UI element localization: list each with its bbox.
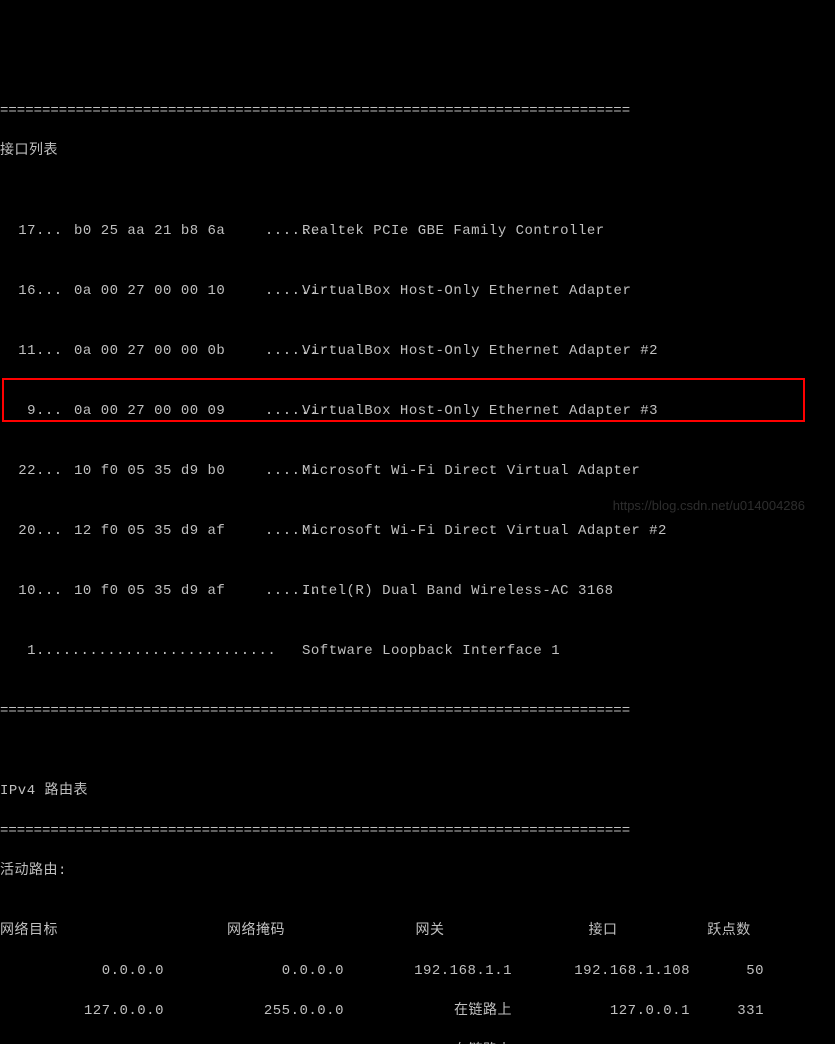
interface-row: 16...0a 00 27 00 00 10 ......VirtualBox … (0, 281, 835, 301)
interface-row: 22...10 f0 05 35 d9 b0 ......Microsoft W… (0, 461, 835, 481)
separator: ========================================… (0, 101, 835, 121)
interface-list: 17...b0 25 aa 21 b8 6a ......Realtek PCI… (0, 181, 835, 681)
ipv4-route-table-title: IPv4 路由表 (0, 781, 835, 801)
watermark: https://blog.csdn.net/u014004286 (613, 496, 805, 516)
route-table: 网络目标网络掩码网关接口跃点数 0.0.0.00.0.0.0192.168.1.… (0, 901, 835, 1044)
interface-row: 1...........................Software Loo… (0, 641, 835, 661)
interface-list-title: 接口列表 (0, 141, 835, 161)
interface-row: 17...b0 25 aa 21 b8 6a ......Realtek PCI… (0, 221, 835, 241)
terminal-output: ========================================… (0, 80, 835, 1044)
route-header: 网络目标网络掩码网关接口跃点数 (0, 921, 835, 941)
interface-row: 9...0a 00 27 00 00 09 ......VirtualBox H… (0, 401, 835, 421)
separator: ========================================… (0, 821, 835, 841)
route-row: 0.0.0.00.0.0.0192.168.1.1192.168.1.10850 (0, 961, 835, 981)
interface-row: 11...0a 00 27 00 00 0b ......VirtualBox … (0, 341, 835, 361)
interface-row: 10...10 f0 05 35 d9 af ......Intel(R) Du… (0, 581, 835, 601)
active-routes-label: 活动路由: (0, 861, 835, 881)
route-row: 127.0.0.0255.0.0.0在链路上127.0.0.1331 (0, 1001, 835, 1021)
separator: ========================================… (0, 701, 835, 721)
interface-row: 20...12 f0 05 35 d9 af ......Microsoft W… (0, 521, 835, 541)
route-row: 127.0.0.1255.255.255.255在链路上127.0.0.1331 (0, 1041, 835, 1044)
